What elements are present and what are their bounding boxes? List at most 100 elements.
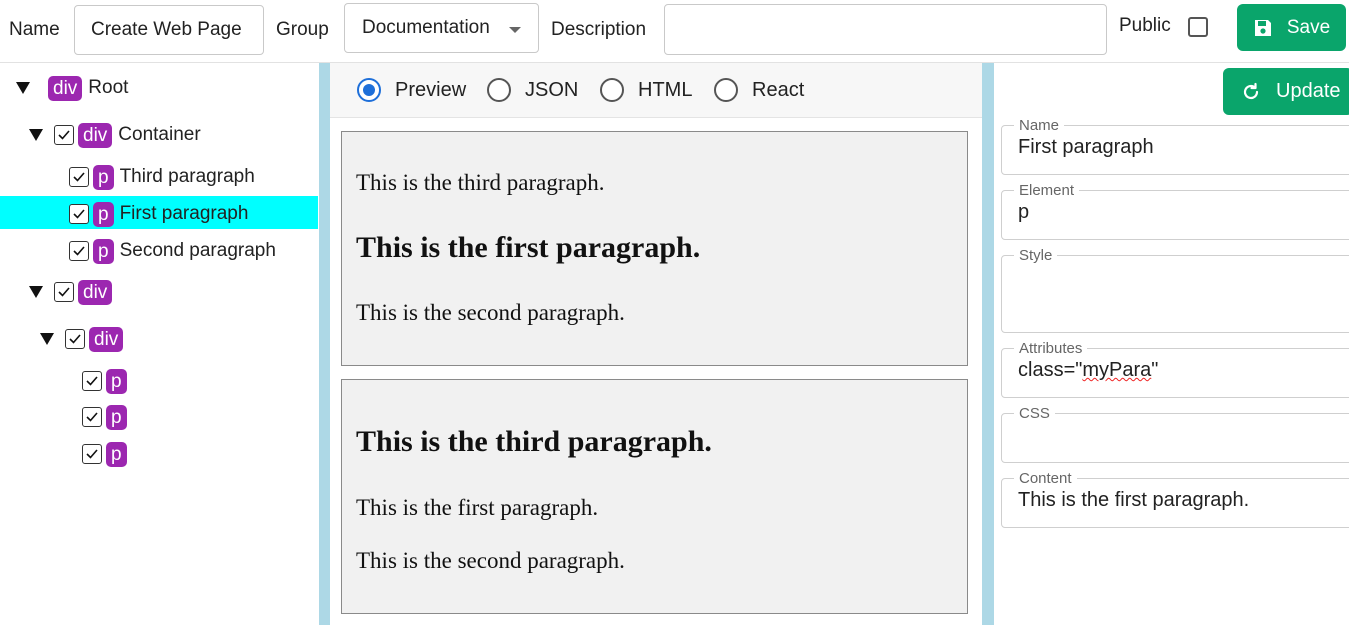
field-value: This is the first paragraph. (1018, 489, 1250, 511)
field-value: class="myPara" (1018, 359, 1158, 382)
tag-badge: p (93, 238, 114, 264)
expand-toggle-icon[interactable] (29, 129, 43, 141)
save-button[interactable]: Save (1237, 4, 1346, 51)
chevron-down-icon (509, 27, 521, 33)
radio-unselected-icon (487, 78, 511, 102)
style-field[interactable]: Style (1001, 247, 1349, 333)
name-input[interactable] (74, 5, 264, 55)
node-checkbox[interactable] (54, 282, 74, 302)
tree-node-div[interactable]: div (29, 277, 118, 307)
public-label: Public (1119, 15, 1171, 36)
node-checkbox[interactable] (69, 204, 89, 224)
preview-box-2: This is the third paragraph. This is the… (341, 379, 968, 614)
radio-label: HTML (638, 78, 693, 101)
node-checkbox[interactable] (54, 125, 74, 145)
expand-toggle-icon[interactable] (40, 333, 54, 345)
name-field[interactable]: Name First paragraph (1001, 117, 1349, 175)
preview-paragraph: This is the first paragraph. (356, 495, 599, 520)
tag-badge: p (106, 441, 127, 467)
tree-node-p[interactable]: p (82, 402, 133, 432)
tree-node-first-paragraph[interactable]: p First paragraph (69, 199, 248, 229)
radio-html[interactable]: HTML (600, 78, 692, 102)
field-value: p (1018, 201, 1030, 223)
check-icon (86, 412, 98, 422)
attr-suffix: " (1151, 359, 1159, 381)
field-value: First paragraph (1018, 136, 1154, 158)
check-icon (58, 287, 70, 297)
panel-splitter-left[interactable] (319, 63, 330, 625)
floppy-disk-icon (1254, 19, 1271, 36)
name-label: Name (9, 19, 60, 40)
node-checkbox[interactable] (82, 407, 102, 427)
spellcheck-word: myPara (1082, 359, 1152, 381)
node-checkbox[interactable] (69, 241, 89, 261)
radio-label: JSON (525, 78, 579, 101)
expand-toggle-icon[interactable] (29, 286, 43, 298)
attr-prefix: class=" (1018, 359, 1083, 381)
refresh-icon (1243, 82, 1259, 99)
preview-paragraph-selected: This is the first paragraph. (356, 231, 701, 264)
node-checkbox[interactable] (65, 329, 85, 349)
properties-panel: Update Name First paragraph Element p St… (995, 63, 1349, 625)
tag-badge: p (106, 404, 127, 430)
check-icon (86, 376, 98, 386)
field-label: CSS (1014, 405, 1055, 422)
tag-badge: p (93, 164, 114, 190)
check-icon (86, 449, 98, 459)
radio-selected-icon (357, 78, 381, 102)
preview-panel: Preview JSON HTML React This is the thir… (330, 63, 982, 625)
group-select[interactable]: Documentation (344, 3, 539, 53)
public-checkbox[interactable] (1188, 17, 1208, 37)
node-label: Root (88, 77, 129, 98)
update-button[interactable]: Update (1223, 68, 1349, 115)
radio-label: React (752, 78, 805, 101)
field-label: Element (1014, 182, 1080, 199)
field-label: Name (1014, 117, 1065, 134)
description-input[interactable] (664, 4, 1107, 55)
node-checkbox[interactable] (82, 444, 102, 464)
tag-badge: p (106, 368, 127, 394)
radio-react[interactable]: React (714, 78, 804, 102)
preview-box-1: This is the third paragraph. This is the… (341, 131, 968, 366)
node-label: First paragraph (119, 203, 249, 224)
tree-node-container[interactable]: div Container (29, 120, 201, 150)
group-select-value: Documentation (362, 17, 490, 38)
content-field[interactable]: Content This is the first paragraph. (1001, 470, 1349, 528)
css-field[interactable]: CSS (1001, 405, 1349, 463)
tag-badge: div (48, 75, 83, 101)
update-button-label: Update (1276, 80, 1341, 102)
panel-splitter-right[interactable] (982, 63, 994, 625)
check-icon (73, 172, 85, 182)
preview-paragraph-bold: This is the third paragraph. (356, 425, 712, 458)
tag-badge: div (89, 326, 124, 352)
preview-paragraph: This is the second paragraph. (356, 548, 625, 573)
view-mode-bar: Preview JSON HTML React (330, 63, 982, 118)
preview-paragraph: This is the second paragraph. (356, 300, 625, 325)
tree-node-p[interactable]: p (82, 366, 133, 396)
attributes-field[interactable]: Attributes class="myPara" (1001, 340, 1349, 398)
tag-badge: div (78, 279, 113, 305)
tree-node-p[interactable]: p (82, 439, 133, 469)
tree-node-second-paragraph[interactable]: p Second paragraph (69, 236, 276, 266)
node-checkbox[interactable] (82, 371, 102, 391)
check-icon (73, 246, 85, 256)
element-field[interactable]: Element p (1001, 182, 1349, 240)
tree-node-third-paragraph[interactable]: p Third paragraph (69, 162, 255, 192)
expand-toggle-icon[interactable] (16, 82, 30, 94)
radio-unselected-icon (600, 78, 624, 102)
field-label: Style (1014, 247, 1058, 264)
tag-badge: div (78, 122, 113, 148)
tree-node-nested-div[interactable]: div (40, 324, 129, 354)
preview-paragraph: This is the third paragraph. (356, 170, 605, 195)
radio-json[interactable]: JSON (487, 78, 578, 102)
check-icon (69, 334, 81, 344)
node-checkbox[interactable] (69, 167, 89, 187)
radio-preview[interactable]: Preview (357, 78, 466, 102)
save-button-label: Save (1286, 16, 1331, 38)
radio-label: Preview (395, 78, 467, 101)
tree-node-root[interactable]: div Root (16, 73, 128, 103)
description-label: Description (551, 19, 647, 40)
tag-badge: p (93, 201, 114, 227)
node-label: Container (118, 124, 201, 145)
node-label: Second paragraph (119, 240, 276, 261)
